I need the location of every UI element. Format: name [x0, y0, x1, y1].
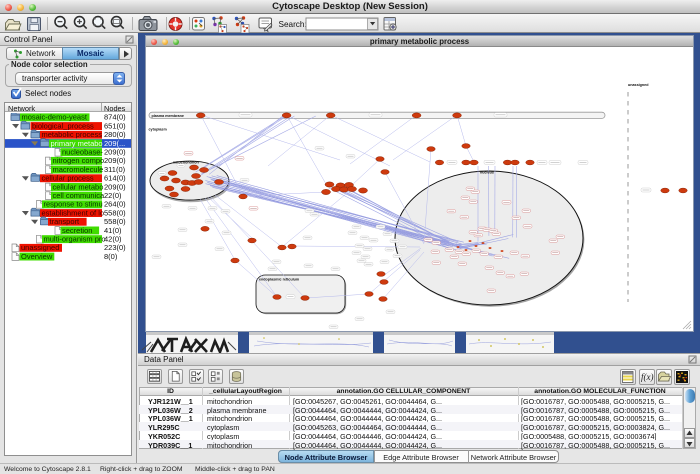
svg-text:establishment of lo: establishment of lo	[42, 208, 105, 217]
svg-text:22(0): 22(0)	[104, 191, 122, 200]
svg-text:Overview: Overview	[21, 251, 53, 260]
svg-text:874(0): 874(0)	[104, 113, 126, 122]
svg-text:unassigned: unassigned	[628, 83, 649, 87]
svg-text:unassigned: unassigned	[21, 243, 59, 252]
svg-text:primary metabo: primary metabo	[51, 138, 103, 147]
svg-text:42(0): 42(0)	[104, 234, 122, 243]
svg-text:mosaic-demo-yeast: mosaic-demo-yeast	[22, 113, 88, 122]
svg-text:558(0): 558(0)	[104, 208, 126, 217]
svg-text:8(0): 8(0)	[104, 251, 118, 260]
svg-text:metabolic process: metabolic process	[42, 130, 103, 139]
svg-text:614(0): 614(0)	[104, 173, 126, 182]
svg-text:cellular metabo: cellular metabo	[53, 182, 104, 191]
svg-text:nucleus: nucleus	[480, 171, 494, 175]
svg-text:cytoplasm: cytoplasm	[149, 128, 168, 132]
svg-text:209(0): 209(0)	[104, 182, 126, 191]
svg-text:209(0): 209(0)	[104, 156, 126, 165]
svg-text:cellular process: cellular process	[42, 173, 94, 182]
svg-text:mitochondrion: mitochondrion	[173, 161, 200, 165]
svg-text:651(0): 651(0)	[104, 121, 126, 130]
svg-text:558(0): 558(0)	[104, 217, 126, 226]
svg-text:209(0): 209(0)	[104, 147, 126, 156]
svg-text:cell communica: cell communica	[53, 191, 106, 200]
svg-text:280(0): 280(0)	[104, 130, 126, 139]
svg-text:Search:: Search:	[279, 20, 307, 29]
svg-text:41(0): 41(0)	[104, 225, 122, 234]
svg-text:transport: transport	[50, 217, 81, 226]
svg-text:endoplasmic reticulum: endoplasmic reticulum	[259, 278, 300, 282]
svg-text:223(0): 223(0)	[104, 243, 126, 252]
svg-text:311(0): 311(0)	[104, 164, 126, 173]
svg-text:secretion: secretion	[62, 225, 92, 234]
svg-text:nucleobase-: nucleobase-	[62, 147, 103, 156]
svg-text:plasma membrane: plasma membrane	[152, 114, 184, 118]
svg-text:multi-organism pro: multi-organism pro	[44, 234, 106, 243]
svg-text:264(0): 264(0)	[104, 199, 126, 208]
svg-text:biological_process: biological_process	[32, 121, 94, 130]
svg-text:f(x): f(x)	[641, 372, 654, 382]
svg-text:response to stimu: response to stimu	[44, 199, 103, 208]
svg-text:macromolecule: macromolecule	[53, 164, 104, 173]
svg-text:209(...: 209(...	[104, 138, 125, 147]
svg-text:nitrogen compo: nitrogen compo	[53, 156, 105, 165]
